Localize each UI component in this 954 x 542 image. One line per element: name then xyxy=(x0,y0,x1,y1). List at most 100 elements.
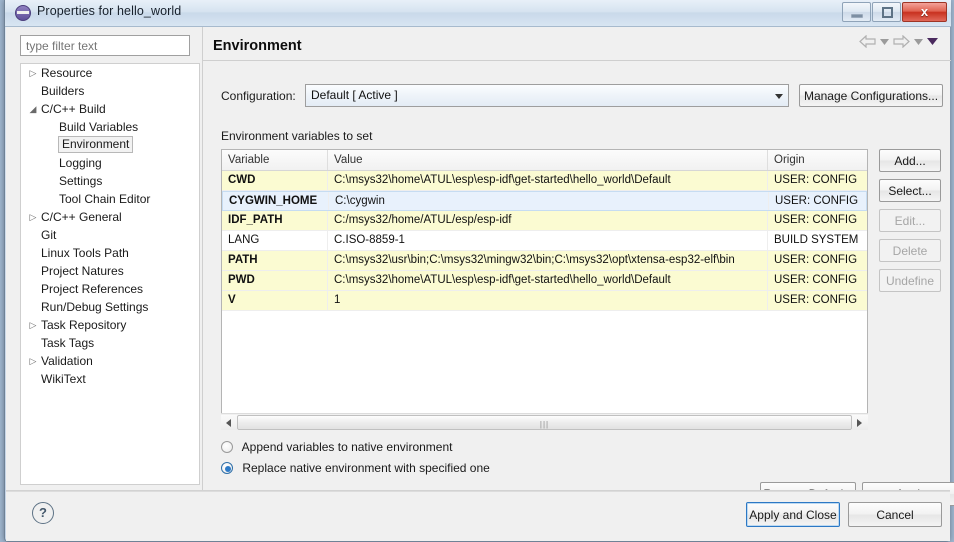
sidebar-item-tool-chain-editor[interactable]: Tool Chain Editor xyxy=(21,190,199,208)
scrollbar-thumb[interactable]: ||| xyxy=(237,414,852,430)
column-header-value[interactable]: Value xyxy=(328,150,768,170)
screen: Properties for hello_world x ▷ Resource Bu… xyxy=(0,0,954,542)
column-header-origin[interactable]: Origin xyxy=(768,150,867,170)
sidebar-item-git[interactable]: Git xyxy=(21,226,199,244)
sidebar-item-label: Task Repository xyxy=(41,318,127,332)
scroll-left-icon[interactable] xyxy=(221,414,237,430)
window-title: Properties for hello_world xyxy=(37,4,182,18)
sidebar-item-label: Task Tags xyxy=(41,336,95,350)
cancel-button[interactable]: Cancel xyxy=(848,502,942,527)
minimize-icon xyxy=(851,14,863,18)
undefine-button: Undefine xyxy=(879,269,941,292)
forward-menu-chevron-down-icon[interactable] xyxy=(914,38,923,45)
twisty-collapsed-icon: ▷ xyxy=(29,320,37,330)
twisty-collapsed-icon: ▷ xyxy=(29,68,37,78)
environment-variables-table[interactable]: Variable Value Origin CWD C:\msys32\home\… xyxy=(221,149,868,430)
sidebar-item-label: Tool Chain Editor xyxy=(59,192,151,206)
back-menu-chevron-down-icon[interactable] xyxy=(880,38,889,45)
sidebar-item-validation[interactable]: ▷ Validation xyxy=(21,352,199,370)
cell-value: C:\msys32\home\ATUL\esp\esp-idf\get-star… xyxy=(328,271,768,290)
forward-arrow-icon[interactable] xyxy=(893,35,910,48)
table-horizontal-scrollbar[interactable]: ||| xyxy=(221,413,868,430)
sidebar-item-label: Build Variables xyxy=(59,120,139,134)
restore-button[interactable] xyxy=(872,2,901,22)
sidebar-item-task-repository[interactable]: ▷ Task Repository xyxy=(21,316,199,334)
sidebar-item-resource[interactable]: ▷ Resource xyxy=(21,64,199,82)
sidebar-item-label: Project Natures xyxy=(41,264,124,278)
table-row[interactable]: IDF_PATH C:/msys32/home/ATUL/esp/esp-idf U… xyxy=(222,211,867,231)
table-row[interactable]: LANG C.ISO-8859-1 BUILD SYSTEM xyxy=(222,231,867,251)
minimize-button[interactable] xyxy=(842,2,871,22)
select-button[interactable]: Select... xyxy=(879,179,941,202)
sidebar-item-label: C/C++ Build xyxy=(41,102,106,116)
apply-and-close-button[interactable]: Apply and Close xyxy=(746,502,840,527)
sidebar-item-project-natures[interactable]: Project Natures xyxy=(21,262,199,280)
dialog-body: ▷ Resource Builders ◢ C/C++ Build Build Varia… xyxy=(6,27,954,541)
table-row[interactable]: CWD C:\msys32\home\ATUL\esp\esp-idf\get-s… xyxy=(222,171,867,191)
table-row[interactable]: PWD C:\msys32\home\ATUL\esp\esp-idf\get-s… xyxy=(222,271,867,291)
configuration-dropdown[interactable]: Default [ Active ] xyxy=(305,84,789,107)
scrollbar-track[interactable]: ||| xyxy=(237,414,852,430)
cell-variable: V xyxy=(222,291,328,310)
sidebar-item-environment[interactable]: Environment xyxy=(21,136,199,154)
cell-value: C:\msys32\home\ATUL\esp\esp-idf\get-star… xyxy=(328,171,768,190)
sidebar-item-c-c-general[interactable]: ▷ C/C++ General xyxy=(21,208,199,226)
settings-tree[interactable]: ▷ Resource Builders ◢ C/C++ Build Build Varia… xyxy=(20,63,200,485)
sidebar-item-task-tags[interactable]: Task Tags xyxy=(21,334,199,352)
manage-configurations-button[interactable]: Manage Configurations... xyxy=(799,84,943,107)
delete-button: Delete xyxy=(879,239,941,262)
close-button[interactable]: x xyxy=(902,2,947,22)
cell-value: C:/msys32/home/ATUL/esp/esp-idf xyxy=(328,211,768,230)
cell-origin: USER: CONFIG xyxy=(774,214,858,226)
sidebar-item-linux-tools-path[interactable]: Linux Tools Path xyxy=(21,244,199,262)
table-row[interactable]: CYGWIN_HOME C:\cygwin USER: CONFIG xyxy=(222,191,867,211)
radio-append-variables[interactable]: Append variables to native environment xyxy=(221,440,452,454)
page-title: Environment xyxy=(213,38,302,54)
sidebar-item-project-references[interactable]: Project References xyxy=(21,280,199,298)
content-area: ▷ Resource Builders ◢ C/C++ Build Build Varia… xyxy=(6,27,954,506)
cell-origin: USER: CONFIG xyxy=(774,174,858,186)
radio-append-label: Append variables to native environment xyxy=(241,440,453,454)
cell-origin: USER: CONFIG xyxy=(774,274,858,286)
view-menu-triangle-icon[interactable] xyxy=(927,38,938,45)
configuration-row: Configuration: Default [ Active ] Manage… xyxy=(213,84,943,112)
table-row[interactable]: V 1 USER: CONFIG xyxy=(222,291,867,311)
header-divider xyxy=(203,60,951,61)
eclipse-icon xyxy=(15,5,31,21)
sidebar-item-logging[interactable]: Logging xyxy=(21,154,199,172)
sidebar-item-label: Git xyxy=(41,228,57,242)
cell-variable: CYGWIN_HOME xyxy=(223,192,329,210)
cell-origin: USER: CONFIG xyxy=(775,195,859,207)
table-action-buttons: Add... Select... Edit... Delete Undefine xyxy=(879,149,941,299)
sidebar-item-label: C/C++ General xyxy=(41,210,122,224)
edit-button: Edit... xyxy=(879,209,941,232)
help-question-icon[interactable]: ? xyxy=(32,502,54,524)
sidebar-item-label: Resource xyxy=(41,66,93,80)
title-bar: Properties for hello_world x xyxy=(5,0,951,27)
sidebar-item-run-debug-settings[interactable]: Run/Debug Settings xyxy=(21,298,199,316)
cell-origin: BUILD SYSTEM xyxy=(774,234,859,246)
window-controls: x xyxy=(842,2,947,22)
sidebar-item-c-c-build[interactable]: ◢ C/C++ Build xyxy=(21,100,199,118)
sidebar-item-label: Settings xyxy=(59,174,103,188)
sidebar-item-wikitext[interactable]: WikiText xyxy=(21,370,199,388)
cell-value: 1 xyxy=(328,291,768,310)
column-header-variable[interactable]: Variable xyxy=(222,150,328,170)
cell-variable: LANG xyxy=(222,231,328,250)
sidebar-item-builders[interactable]: Builders xyxy=(21,82,199,100)
add-button[interactable]: Add... xyxy=(879,149,941,172)
sidebar-item-build-variables[interactable]: Build Variables xyxy=(21,118,199,136)
sidebar-item-label: Validation xyxy=(41,354,93,368)
radio-replace-label: Replace native environment with specifie… xyxy=(242,461,490,475)
close-icon: x xyxy=(920,4,929,19)
cell-variable: IDF_PATH xyxy=(222,211,328,230)
filter-input[interactable] xyxy=(20,35,190,56)
radio-replace-environment[interactable]: Replace native environment with specifie… xyxy=(221,461,490,475)
sidebar-item-label: Logging xyxy=(59,156,102,170)
scroll-right-icon[interactable] xyxy=(852,414,868,430)
back-arrow-icon[interactable] xyxy=(859,35,876,48)
sidebar-item-settings[interactable]: Settings xyxy=(21,172,199,190)
cell-variable: PATH xyxy=(222,251,328,270)
table-row[interactable]: PATH C:\msys32\usr\bin;C:\msys32\mingw32\… xyxy=(222,251,867,271)
sidebar-item-label: Builders xyxy=(41,84,85,98)
